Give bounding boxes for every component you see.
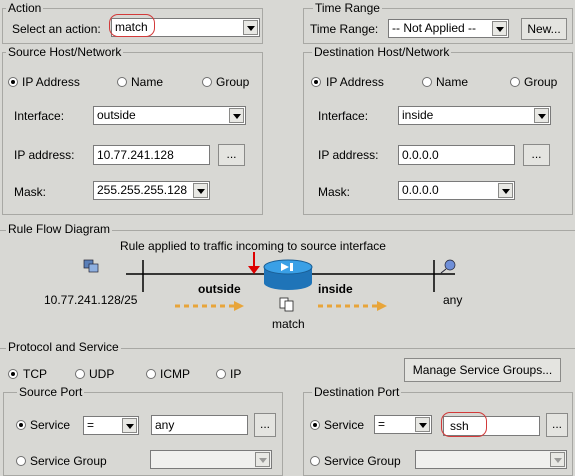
destination-service-group-select[interactable] [415, 450, 567, 469]
source-service-label: Service [30, 418, 71, 432]
destination-port-title: Destination Port [312, 385, 402, 399]
time-range-value: -- Not Applied -- [392, 21, 477, 35]
action-title: Action [6, 1, 44, 15]
source-ip-radio[interactable] [8, 77, 18, 87]
destination-mask-label: Mask: [318, 185, 351, 199]
diagram-action-label: match [272, 317, 305, 331]
diagram-inside-label: inside [318, 282, 353, 296]
destination-service-radio[interactable] [310, 420, 320, 430]
source-interface-select[interactable]: outside [93, 106, 246, 125]
icmp-radio[interactable] [146, 369, 156, 379]
source-group-radio[interactable] [202, 77, 212, 87]
destination-ip-label: IP address: [318, 148, 379, 162]
diagram-dest-label: any [443, 293, 463, 307]
destination-operator-select[interactable]: = [374, 415, 432, 434]
destination-operator-value: = [378, 417, 386, 431]
destination-name-radio[interactable] [422, 77, 432, 87]
diagram-source-label: 10.77.241.128/25 [44, 293, 138, 307]
destination-group-radio-label: Group [524, 75, 558, 89]
source-ip-input[interactable]: 10.77.241.128 [93, 145, 210, 165]
destination-interface-select[interactable]: inside [398, 106, 551, 125]
chevron-down-icon[interactable] [534, 108, 549, 123]
source-operator-select[interactable]: = [83, 416, 139, 435]
chevron-down-icon[interactable] [122, 418, 137, 433]
source-mask-label: Mask: [14, 185, 47, 199]
destination-mask-select[interactable]: 0.0.0.0 [398, 181, 515, 200]
time-range-title: Time Range [313, 1, 382, 15]
source-interface-value: outside [97, 108, 136, 122]
source-port-title: Source Port [17, 385, 85, 399]
source-mask-select[interactable]: 255.255.255.128 [93, 181, 210, 200]
manage-service-groups-button[interactable]: Manage Service Groups... [404, 358, 561, 382]
destination-service-group-radio[interactable] [310, 456, 320, 466]
rule-pointer-arrow [248, 252, 260, 274]
icmp-radio-label: ICMP [160, 367, 190, 381]
destination-host-title: Destination Host/Network [312, 45, 452, 59]
action-doc-icon [279, 297, 294, 312]
destination-service-group-label: Service Group [324, 454, 401, 468]
source-host-icon [83, 259, 99, 273]
chevron-down-icon[interactable] [243, 20, 258, 35]
time-range-select[interactable]: -- Not Applied -- [388, 19, 509, 38]
action-highlight [109, 14, 155, 37]
destination-interface-value: inside [402, 108, 434, 122]
chevron-down-icon[interactable] [415, 417, 430, 432]
destination-ip-radio-label: IP Address [326, 75, 384, 89]
protocol-title: Protocol and Service [6, 340, 121, 354]
source-group-radio-label: Group [216, 75, 250, 89]
ip-radio-label: IP [230, 367, 242, 381]
destination-name-radio-label: Name [436, 75, 469, 89]
tcp-radio-label: TCP [23, 367, 47, 381]
chevron-down-icon[interactable] [255, 452, 270, 467]
destination-group-radio[interactable] [510, 77, 520, 87]
source-ip-radio-label: IP Address [22, 75, 80, 89]
source-operator-value: = [87, 418, 95, 432]
source-service-radio[interactable] [16, 420, 26, 430]
udp-radio[interactable] [75, 369, 85, 379]
destination-ip-input[interactable]: 0.0.0.0 [398, 145, 515, 165]
source-service-browse-button[interactable]: ... [254, 413, 276, 437]
tcp-radio[interactable] [8, 369, 18, 379]
source-host-title: Source Host/Network [6, 45, 124, 59]
destination-service-highlight [441, 412, 487, 437]
source-ip-label: IP address: [14, 148, 75, 162]
source-mask-value: 255.255.255.128 [97, 183, 188, 197]
new-time-range-button[interactable]: New... [521, 18, 567, 40]
chevron-down-icon[interactable] [498, 183, 513, 198]
flow-arrow-left [175, 301, 244, 311]
chevron-down-icon[interactable] [229, 108, 244, 123]
destination-service-browse-button[interactable]: ... [546, 413, 568, 437]
destination-ip-radio[interactable] [311, 77, 321, 87]
source-name-radio-label: Name [131, 75, 164, 89]
destination-globe-icon [440, 259, 456, 274]
flow-arrow-right [318, 301, 387, 311]
source-name-radio[interactable] [117, 77, 127, 87]
destination-interface-label: Interface: [318, 109, 369, 123]
destination-mask-value: 0.0.0.0 [402, 183, 439, 197]
destination-ip-browse-button[interactable]: ... [523, 144, 550, 166]
select-action-label: Select an action: [12, 22, 101, 36]
ip-radio[interactable] [216, 369, 226, 379]
source-service-input[interactable]: any [151, 415, 248, 435]
diagram-title: Rule Flow Diagram [6, 222, 113, 236]
chevron-down-icon[interactable] [492, 21, 507, 36]
time-range-label: Time Range: [310, 22, 379, 36]
source-interface-label: Interface: [14, 109, 65, 123]
router-icon [263, 259, 313, 290]
diagram-outside-label: outside [198, 282, 241, 296]
source-ip-browse-button[interactable]: ... [218, 144, 245, 166]
source-service-group-select[interactable] [150, 450, 272, 469]
chevron-down-icon[interactable] [550, 452, 565, 467]
source-service-group-label: Service Group [30, 454, 107, 468]
chevron-down-icon[interactable] [193, 183, 208, 198]
udp-radio-label: UDP [89, 367, 115, 381]
source-service-group-radio[interactable] [16, 456, 26, 466]
destination-service-label: Service [324, 418, 365, 432]
